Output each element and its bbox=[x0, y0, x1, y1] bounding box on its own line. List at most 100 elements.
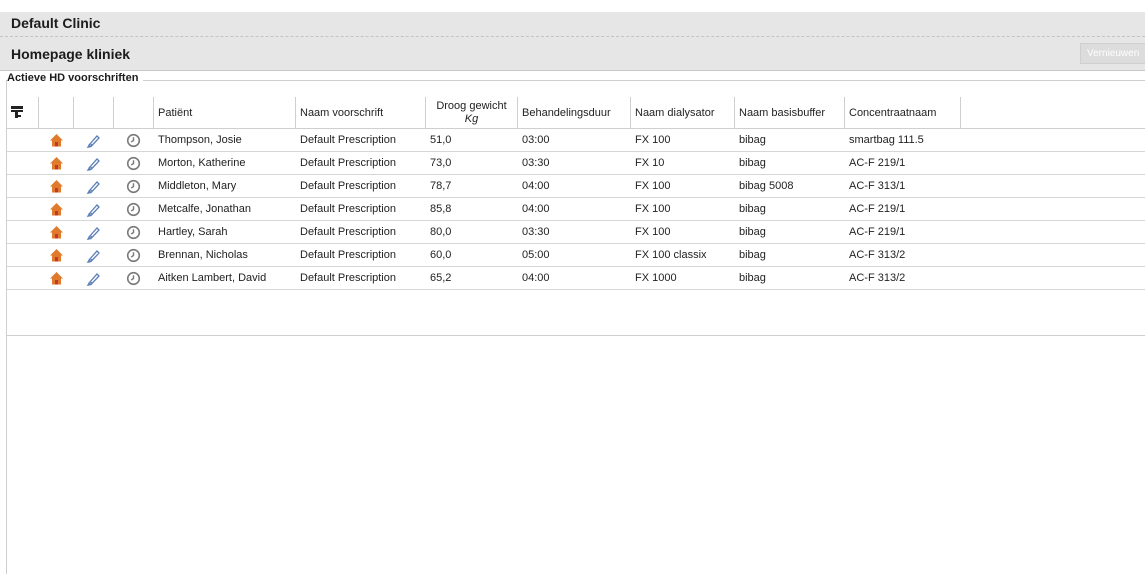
history-clock-icon[interactable] bbox=[126, 271, 141, 286]
page-title: Homepage kliniek bbox=[11, 46, 131, 62]
patient-cell: Thompson, Josie bbox=[158, 134, 242, 146]
header-concentrate[interactable]: Concentraatnaam bbox=[845, 97, 961, 128]
table-row[interactable]: Brennan, Nicholas Default Prescription 60,… bbox=[7, 244, 1145, 267]
edit-pen-icon[interactable] bbox=[86, 133, 101, 148]
edit-pen-icon[interactable] bbox=[86, 271, 101, 286]
dry-weight-cell: 73,0 bbox=[430, 157, 452, 169]
dialyzer-cell: FX 100 classix bbox=[635, 249, 707, 261]
column-filter-icon[interactable] bbox=[11, 105, 23, 120]
history-clock-icon[interactable] bbox=[126, 133, 141, 148]
patient-cell: Middleton, Mary bbox=[158, 180, 237, 192]
history-clock-icon[interactable] bbox=[126, 225, 141, 240]
dry-weight-cell: 85,8 bbox=[430, 203, 452, 215]
dialyzer-cell: FX 100 bbox=[635, 134, 671, 146]
table-row[interactable]: Metcalfe, Jonathan Default Prescription 85… bbox=[7, 198, 1145, 221]
edit-pen-icon[interactable] bbox=[86, 202, 101, 217]
duration-cell: 04:00 bbox=[522, 203, 550, 215]
home-icon[interactable] bbox=[49, 271, 64, 286]
concentrate-cell: smartbag 111.5 bbox=[849, 134, 924, 146]
dialyzer-cell: FX 10 bbox=[635, 157, 665, 169]
prescription-cell: Default Prescription bbox=[300, 157, 396, 169]
header-buffer[interactable]: Naam basisbuffer bbox=[735, 97, 845, 128]
patient-cell: Aitken Lambert, David bbox=[158, 272, 267, 284]
patient-cell: Hartley, Sarah bbox=[158, 226, 228, 238]
dry-weight-cell: 65,2 bbox=[430, 272, 452, 284]
dry-weight-cell: 60,0 bbox=[430, 249, 452, 261]
buffer-cell: bibag bbox=[739, 249, 766, 261]
duration-cell: 03:00 bbox=[522, 134, 550, 146]
concentrate-cell: AC-F 313/2 bbox=[849, 249, 906, 261]
buffer-cell: bibag bbox=[739, 157, 766, 169]
dialyzer-cell: FX 100 bbox=[635, 180, 671, 192]
header-dry-weight[interactable]: Droog gewicht Kg bbox=[426, 97, 518, 128]
concentrate-cell: AC-F 313/2 bbox=[849, 272, 906, 284]
prescription-cell: Default Prescription bbox=[300, 203, 396, 215]
history-clock-icon[interactable] bbox=[126, 156, 141, 171]
concentrate-cell: AC-F 219/1 bbox=[849, 203, 906, 215]
header-dry-weight-unit: Kg bbox=[464, 112, 479, 125]
section-title: Actieve HD voorschriften bbox=[7, 72, 144, 84]
history-clock-icon[interactable] bbox=[126, 248, 141, 263]
prescription-cell: Default Prescription bbox=[300, 134, 396, 146]
prescription-cell: Default Prescription bbox=[300, 180, 396, 192]
concentrate-cell: AC-F 219/1 bbox=[849, 157, 906, 169]
table-row[interactable]: Thompson, Josie Default Prescription 51,0 0… bbox=[7, 129, 1145, 152]
home-icon[interactable] bbox=[49, 248, 64, 263]
duration-cell: 03:30 bbox=[522, 157, 550, 169]
buffer-cell: bibag bbox=[739, 134, 766, 146]
dialyzer-cell: FX 100 bbox=[635, 203, 671, 215]
table-row[interactable]: Aitken Lambert, David Default Prescriptio… bbox=[7, 267, 1145, 290]
edit-pen-icon[interactable] bbox=[86, 225, 101, 240]
header-history bbox=[114, 97, 154, 128]
table-row[interactable]: Hartley, Sarah Default Prescription 80,0 03… bbox=[7, 221, 1145, 244]
prescription-cell: Default Prescription bbox=[300, 226, 396, 238]
home-icon[interactable] bbox=[49, 202, 64, 217]
table-header: Patiënt Naam voorschrift Droog gewicht K… bbox=[7, 97, 1145, 129]
edit-pen-icon[interactable] bbox=[86, 156, 101, 171]
duration-cell: 04:00 bbox=[522, 180, 550, 192]
home-icon[interactable] bbox=[49, 225, 64, 240]
dry-weight-cell: 51,0 bbox=[430, 134, 452, 146]
patient-cell: Brennan, Nicholas bbox=[158, 249, 248, 261]
dry-weight-cell: 80,0 bbox=[430, 226, 452, 238]
home-icon[interactable] bbox=[49, 179, 64, 194]
active-prescriptions-section: Actieve HD voorschriften Patiënt Naam vo… bbox=[6, 72, 1145, 574]
patient-cell: Morton, Katherine bbox=[158, 157, 246, 169]
header-dry-weight-label: Droog gewicht bbox=[436, 99, 507, 112]
header-dialyzer[interactable]: Naam dialysator bbox=[631, 97, 735, 128]
home-icon[interactable] bbox=[49, 156, 64, 171]
dialyzer-cell: FX 100 bbox=[635, 226, 671, 238]
buffer-cell: bibag 5008 bbox=[739, 180, 794, 192]
duration-cell: 03:30 bbox=[522, 226, 550, 238]
dialyzer-cell: FX 1000 bbox=[635, 272, 677, 284]
buffer-cell: bibag bbox=[739, 272, 766, 284]
table-row[interactable]: Morton, Katherine Default Prescription 73,… bbox=[7, 152, 1145, 175]
prescription-cell: Default Prescription bbox=[300, 272, 396, 284]
duration-cell: 05:00 bbox=[522, 249, 550, 261]
buffer-cell: bibag bbox=[739, 226, 766, 238]
clinic-title: Default Clinic bbox=[11, 15, 101, 31]
edit-pen-icon[interactable] bbox=[86, 179, 101, 194]
header-patient[interactable]: Patiënt bbox=[154, 97, 296, 128]
patient-cell: Metcalfe, Jonathan bbox=[158, 203, 251, 215]
clinic-bar: Default Clinic bbox=[0, 12, 1145, 37]
page-header: Homepage kliniek Vernieuwen bbox=[0, 37, 1145, 71]
header-edit bbox=[74, 97, 114, 128]
history-clock-icon[interactable] bbox=[126, 179, 141, 194]
home-icon[interactable] bbox=[49, 133, 64, 148]
edit-pen-icon[interactable] bbox=[86, 248, 101, 263]
column-chooser-button[interactable] bbox=[7, 97, 39, 128]
header-home bbox=[39, 97, 74, 128]
duration-cell: 04:00 bbox=[522, 272, 550, 284]
table-bottom-border bbox=[7, 335, 1145, 336]
table-row[interactable]: Middleton, Mary Default Prescription 78,7 0… bbox=[7, 175, 1145, 198]
dry-weight-cell: 78,7 bbox=[430, 180, 452, 192]
refresh-button[interactable]: Vernieuwen bbox=[1080, 43, 1145, 64]
concentrate-cell: AC-F 219/1 bbox=[849, 226, 906, 238]
buffer-cell: bibag bbox=[739, 203, 766, 215]
history-clock-icon[interactable] bbox=[126, 202, 141, 217]
header-prescription[interactable]: Naam voorschrift bbox=[296, 97, 426, 128]
header-duration[interactable]: Behandelingsduur bbox=[518, 97, 631, 128]
concentrate-cell: AC-F 313/1 bbox=[849, 180, 906, 192]
prescription-cell: Default Prescription bbox=[300, 249, 396, 261]
